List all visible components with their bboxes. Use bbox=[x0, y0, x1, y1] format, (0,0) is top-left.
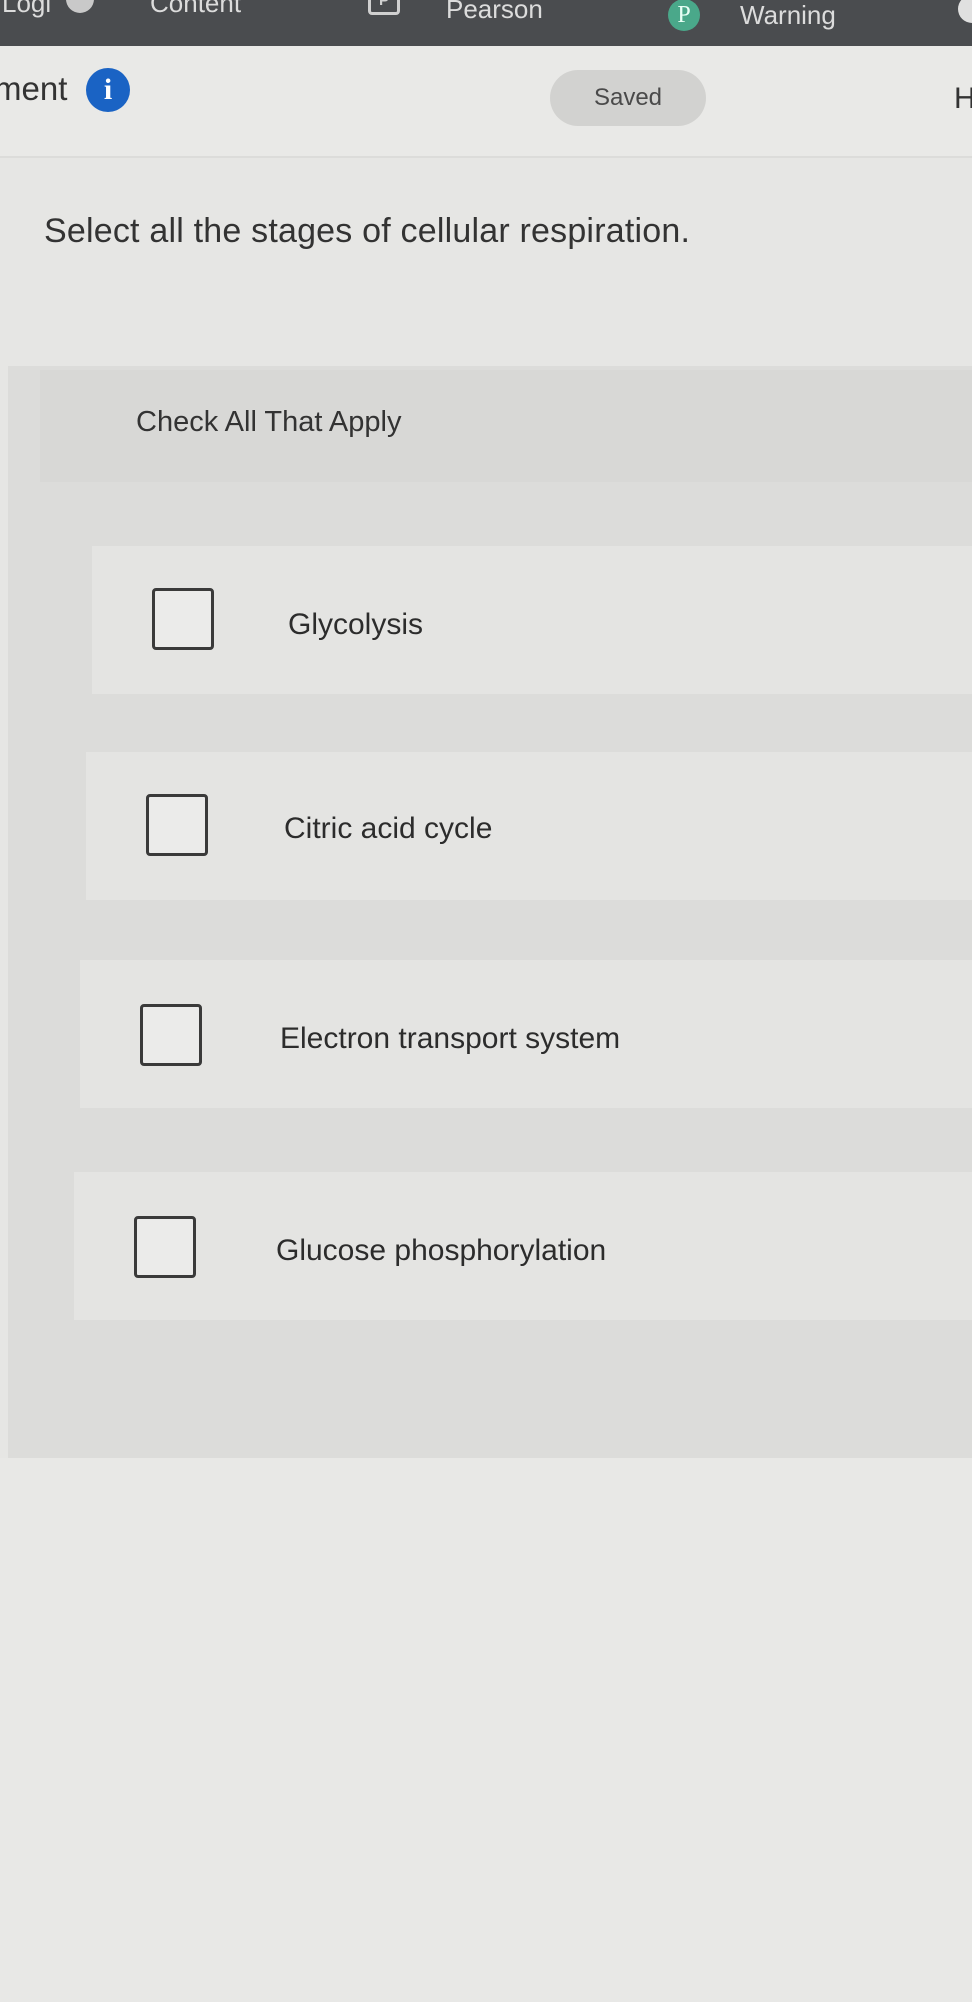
bookmark-content[interactable]: Content bbox=[150, 0, 241, 18]
bookmark-label: Logi bbox=[2, 0, 52, 18]
checkbox[interactable] bbox=[152, 588, 214, 650]
answer-option[interactable]: Glucose phosphorylation bbox=[74, 1172, 972, 1320]
bookmark-pearson-icon[interactable]: P bbox=[668, 0, 700, 31]
option-label: Electron transport system bbox=[280, 1022, 621, 1055]
bookmark-app-icon[interactable] bbox=[66, 0, 94, 14]
answer-option[interactable]: Glycolysis bbox=[92, 546, 972, 694]
checkbox[interactable] bbox=[146, 794, 208, 856]
header-right-text: H bbox=[954, 82, 972, 115]
bookmark-logi[interactable]: Logi bbox=[2, 0, 51, 18]
bookmark-label: Pearson bbox=[446, 0, 543, 24]
bookmark-pearson[interactable]: Pearson bbox=[446, 0, 543, 24]
pearson-p-circle-icon: P bbox=[668, 0, 700, 31]
bookmark-p-icon[interactable]: P bbox=[368, 0, 400, 16]
option-label: Glycolysis bbox=[288, 608, 424, 641]
answer-option[interactable]: Citric acid cycle bbox=[86, 752, 972, 900]
overflow-icon bbox=[958, 0, 972, 23]
p-square-icon: P bbox=[368, 0, 400, 15]
bookmark-label: Content bbox=[150, 0, 242, 18]
bookmarks-bar: Logi Content P Pearson P Warning bbox=[0, 0, 972, 46]
bookmark-warning[interactable]: Warning bbox=[740, 0, 836, 30]
checkbox[interactable] bbox=[134, 1216, 196, 1278]
checkbox[interactable] bbox=[140, 1004, 202, 1066]
page-title: ment bbox=[0, 70, 68, 107]
answer-option[interactable]: Electron transport system bbox=[80, 960, 972, 1108]
info-icon[interactable]: i bbox=[86, 68, 130, 112]
saved-status-badge: Saved bbox=[550, 70, 706, 126]
app-icon bbox=[66, 0, 94, 13]
bookmark-overflow-icon[interactable] bbox=[958, 0, 972, 24]
option-label: Glucose phosphorylation bbox=[276, 1234, 607, 1267]
option-label: Citric acid cycle bbox=[284, 812, 493, 845]
question-prompt: Select all the stages of cellular respir… bbox=[44, 212, 691, 250]
instruction-label: Check All That Apply bbox=[136, 406, 402, 438]
bookmark-label: Warning bbox=[740, 0, 836, 30]
page-background bbox=[0, 1458, 972, 2002]
assignment-header bbox=[0, 46, 972, 158]
